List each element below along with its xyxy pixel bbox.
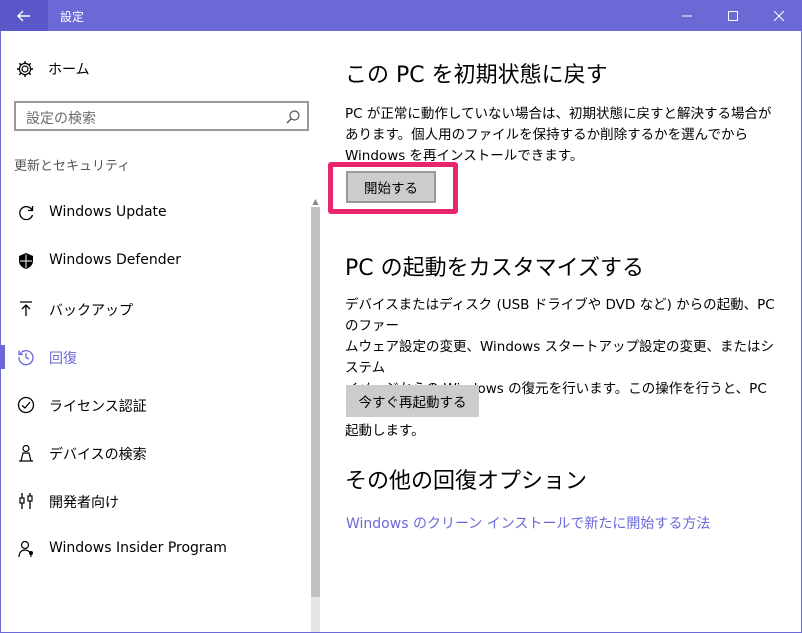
- back-button[interactable]: [0, 0, 48, 31]
- search-input[interactable]: 設定の検索: [14, 101, 309, 131]
- startup-description-line: 起動します。: [345, 423, 425, 439]
- upload-icon: [17, 300, 35, 318]
- developer-icon: [17, 492, 35, 510]
- startup-heading: PC の起動をカスタマイズする: [345, 256, 644, 281]
- sidebar-item-label: 回復: [49, 351, 77, 367]
- sidebar-item-developers[interactable]: 開発者向け: [1, 478, 311, 524]
- reset-description-line: あります。個人用のファイルを保持するか削除するかを選んでから: [345, 127, 748, 143]
- other-options-heading: その他の回復オプション: [345, 469, 588, 494]
- scrollbar-thumb[interactable]: [311, 207, 320, 597]
- home-link[interactable]: ホーム: [16, 59, 90, 79]
- startup-description-line: デバイスまたはディスク (USB ドライブや DVD など) からの起動、PC …: [345, 297, 775, 334]
- sidebar-item-label: バックアップ: [49, 303, 133, 319]
- section-label: 更新とセキュリティ: [14, 159, 131, 174]
- search-placeholder: 設定の検索: [26, 111, 96, 127]
- check-circle-icon: [17, 396, 35, 414]
- reset-description: PC が正常に動作していない場合は、初期状態に戻すと解決する場合が あります。個…: [345, 104, 781, 167]
- start-button[interactable]: 開始する: [346, 171, 436, 203]
- home-label: ホーム: [48, 62, 90, 78]
- reset-description-line: PC が正常に動作していない場合は、初期状態に戻すと解決する場合が: [345, 106, 772, 122]
- history-icon: [17, 348, 35, 366]
- sidebar-item-activation[interactable]: ライセンス認証: [1, 382, 311, 428]
- sidebar-item-windows-update[interactable]: Windows Update: [1, 190, 311, 236]
- maximize-icon: [728, 10, 738, 21]
- sidebar-scrollbar[interactable]: [311, 207, 320, 632]
- maximize-button[interactable]: [710, 0, 756, 31]
- minimize-button[interactable]: [664, 0, 710, 31]
- active-indicator: [1, 345, 5, 369]
- sidebar-item-label: Windows Insider Program: [49, 540, 227, 556]
- person-location-icon: [17, 444, 35, 462]
- sidebar-item-windows-defender[interactable]: Windows Defender: [1, 238, 311, 284]
- window-title: 設定: [60, 10, 85, 24]
- gear-icon: [17, 61, 33, 77]
- refresh-icon: [17, 204, 35, 222]
- sidebar-item-recovery[interactable]: 回復: [1, 334, 311, 380]
- back-arrow-icon: [17, 10, 30, 21]
- search-icon: [286, 110, 300, 124]
- startup-description-line: ムウェア設定の変更、Windows スタートアップ設定の変更、またはシステム: [345, 339, 775, 376]
- sidebar-item-label: Windows Defender: [49, 252, 182, 268]
- settings-window: ホーム 設定の検索 更新とセキュリティ Windows Update Windo…: [1, 31, 801, 632]
- sidebar-item-backup[interactable]: バックアップ: [1, 286, 311, 332]
- shield-icon: [17, 252, 35, 270]
- title-bar: 設定: [0, 0, 802, 31]
- scroll-up-arrow[interactable]: ▲: [311, 197, 320, 207]
- sidebar-item-label: 開発者向け: [49, 495, 119, 511]
- sidebar: ホーム 設定の検索 更新とセキュリティ Windows Update Windo…: [1, 31, 323, 632]
- sidebar-item-find-device[interactable]: デバイスの検索: [1, 430, 311, 476]
- person-icon: [17, 540, 35, 558]
- reset-heading: この PC を初期状態に戻す: [345, 63, 608, 88]
- clean-install-link[interactable]: Windows のクリーン インストールで新たに開始する方法: [346, 513, 710, 533]
- restart-now-button[interactable]: 今すぐ再起動する: [346, 385, 479, 417]
- close-button[interactable]: [756, 0, 802, 31]
- sidebar-item-label: デバイスの検索: [49, 447, 147, 463]
- startup-description: デバイスまたはディスク (USB ドライブや DVD など) からの起動、PC …: [345, 295, 781, 442]
- minimize-icon: [682, 15, 692, 16]
- sidebar-item-label: Windows Update: [49, 204, 167, 220]
- close-icon: [774, 10, 784, 21]
- sidebar-item-label: ライセンス認証: [49, 399, 147, 415]
- sidebar-item-insider-program[interactable]: Windows Insider Program: [1, 526, 311, 572]
